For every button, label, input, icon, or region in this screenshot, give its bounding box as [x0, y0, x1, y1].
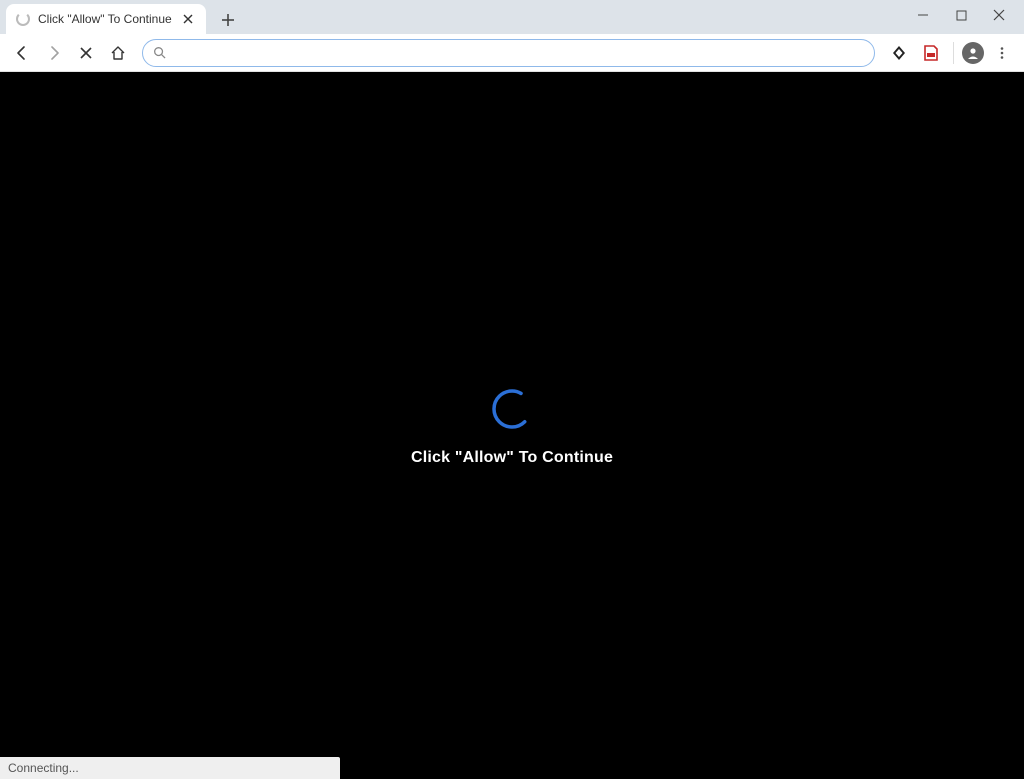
menu-button[interactable] — [988, 39, 1016, 67]
profile-button[interactable] — [962, 42, 984, 64]
maximize-button[interactable] — [954, 8, 968, 22]
page-spinner-icon — [488, 385, 536, 433]
address-input[interactable] — [172, 45, 864, 60]
window-controls — [898, 0, 1024, 30]
page-viewport: Click "Allow" To Continue Connecting... — [0, 72, 1024, 779]
home-button[interactable] — [104, 39, 132, 67]
tab-strip: Click "Allow" To Continue — [0, 0, 1024, 34]
forward-button[interactable] — [40, 39, 68, 67]
loading-spinner-icon — [16, 12, 30, 26]
page-message: Click "Allow" To Continue — [411, 449, 613, 467]
new-tab-button[interactable] — [214, 6, 242, 34]
minimize-button[interactable] — [916, 8, 930, 22]
extension-button-2[interactable] — [917, 39, 945, 67]
toolbar-divider — [953, 42, 954, 64]
extension-button-1[interactable] — [885, 39, 913, 67]
stop-button[interactable] — [72, 39, 100, 67]
tab-close-button[interactable] — [180, 11, 196, 27]
address-bar[interactable] — [142, 39, 875, 67]
browser-toolbar — [0, 34, 1024, 72]
window-close-button[interactable] — [992, 8, 1006, 22]
tab-title: Click "Allow" To Continue — [38, 12, 174, 26]
browser-tab[interactable]: Click "Allow" To Continue — [6, 4, 206, 34]
back-button[interactable] — [8, 39, 36, 67]
status-text: Connecting... — [8, 761, 79, 775]
status-bar: Connecting... — [0, 757, 340, 779]
search-icon — [153, 46, 166, 59]
